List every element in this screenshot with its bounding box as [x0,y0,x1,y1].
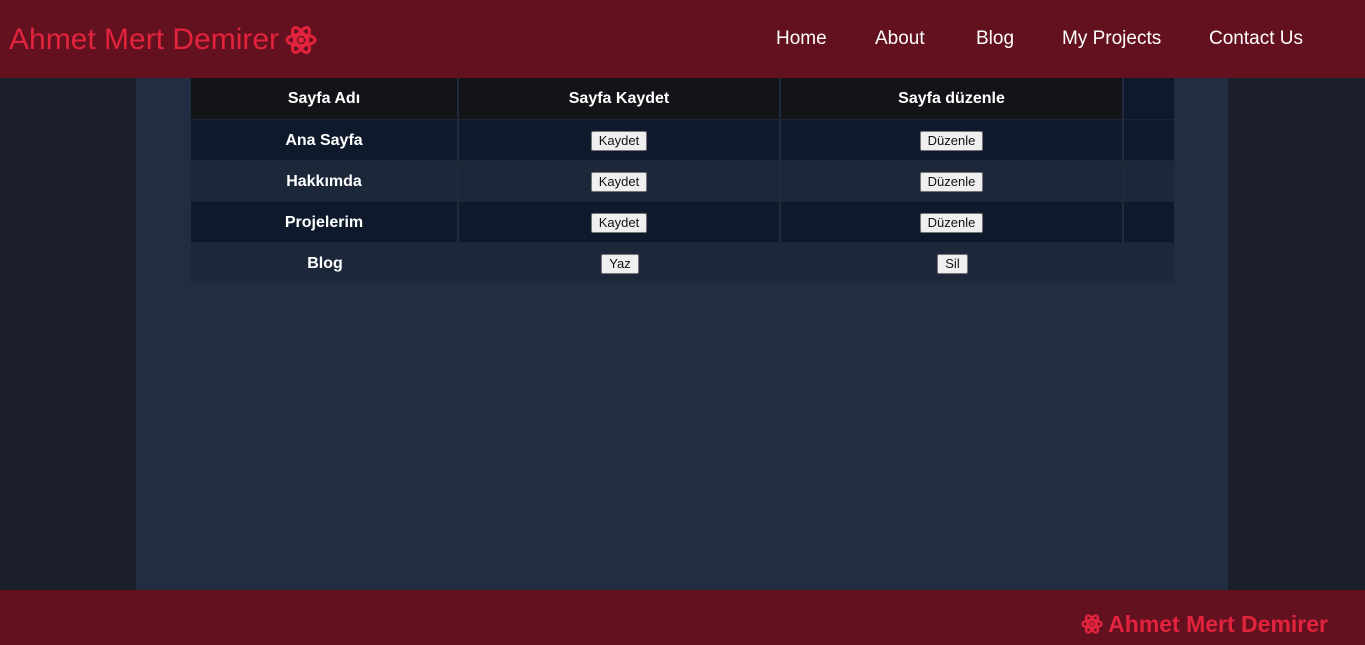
page-name-cell: Ana Sayfa [191,120,459,161]
write-cell: Yaz [459,243,781,284]
table-row: Projelerim Kaydet Düzenle [191,201,1174,243]
column-header-edit: Sayfa düzenle [781,78,1124,119]
brand-name: Ahmet Mert Demirer [9,23,280,56]
page-name-cell: Projelerim [191,202,459,243]
save-button[interactable]: Kaydet [590,212,648,233]
save-button[interactable]: Kaydet [590,171,648,192]
edit-cell: Düzenle [781,202,1124,243]
page-name-cell: Hakkımda [191,161,459,202]
write-button[interactable]: Yaz [601,253,639,274]
nav-home[interactable]: Home [776,27,827,51]
delete-cell: Sil [781,243,1124,284]
table-row: Hakkımda Kaydet Düzenle [191,160,1174,202]
column-header-page-name: Sayfa Adı [191,78,459,119]
site-footer: Ahmet Mert Demirer [0,590,1365,645]
pages-table: Sayfa Adı Sayfa Kaydet Sayfa düzenle Ana… [191,78,1174,283]
nav-about[interactable]: About [875,27,925,51]
edit-button[interactable]: Düzenle [919,212,984,233]
table-row: Blog Yaz Sil [191,242,1174,283]
edit-button[interactable]: Düzenle [919,171,984,192]
table-row: Ana Sayfa Kaydet Düzenle [191,119,1174,161]
footer-brand-name: Ahmet Mert Demirer [1108,611,1328,637]
table-header-row: Sayfa Adı Sayfa Kaydet Sayfa düzenle [191,78,1174,119]
main-content: Sayfa Adı Sayfa Kaydet Sayfa düzenle Ana… [136,78,1228,590]
column-header-save: Sayfa Kaydet [459,78,781,119]
table-extra-cell [1124,120,1174,161]
nav-blog[interactable]: Blog [976,27,1014,51]
delete-button[interactable]: Sil [937,253,968,274]
edit-cell: Düzenle [781,120,1124,161]
save-button[interactable]: Kaydet [590,130,648,151]
page-name-cell: Blog [307,254,343,272]
save-cell: Kaydet [459,161,781,202]
table-extra-cell [1124,243,1174,284]
site-header: Ahmet Mert Demirer Home About Blog My Pr… [0,0,1365,78]
table-extra-cell [1124,78,1174,119]
save-cell: Kaydet [459,120,781,161]
edit-cell: Düzenle [781,161,1124,202]
edit-button[interactable]: Düzenle [919,130,984,151]
nav-my-projects[interactable]: My Projects [1062,27,1161,51]
table-extra-cell [1124,202,1174,243]
brand[interactable]: Ahmet Mert Demirer [9,20,317,60]
atom-icon [285,26,317,54]
footer-brand: Ahmet Mert Demirer [1081,610,1328,638]
table-extra-cell [1124,161,1174,202]
save-cell: Kaydet [459,202,781,243]
nav-contact-us[interactable]: Contact Us [1209,27,1303,51]
atom-icon [1081,614,1103,634]
